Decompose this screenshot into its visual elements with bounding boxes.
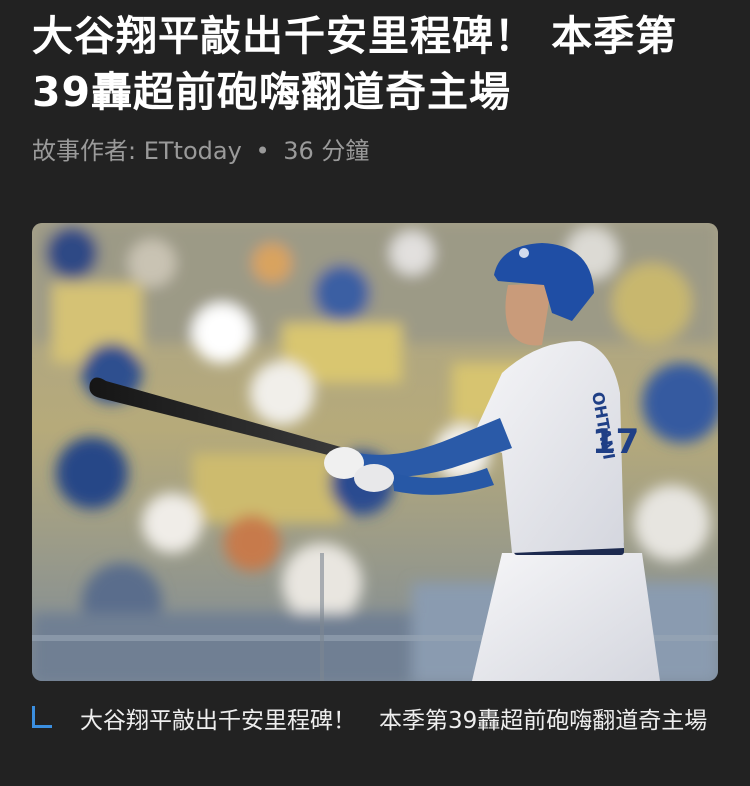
article-byline: 故事作者: ETtoday • 36 分鐘: [32, 134, 369, 168]
byline-prefix: 故事作者:: [32, 137, 137, 165]
hero-image[interactable]: OHTANI 17: [32, 223, 718, 681]
caption-text: 大谷翔平敲出千安里程碑！ 本季第39轟超前砲嗨翻道奇主場: [80, 708, 708, 734]
svg-text:17: 17: [592, 422, 639, 462]
byline-author[interactable]: ETtoday: [144, 137, 242, 165]
article-title[interactable]: 大谷翔平敲出千安里程碑！ 本季第39轟超前砲嗨翻道奇主場: [32, 8, 722, 120]
byline-read-time: 36 分鐘: [283, 137, 370, 165]
article-page: 大谷翔平敲出千安里程碑！ 本季第39轟超前砲嗨翻道奇主場 故事作者: ETtod…: [0, 0, 750, 786]
caption-corner-icon: [32, 706, 52, 728]
byline-separator: •: [255, 137, 270, 165]
